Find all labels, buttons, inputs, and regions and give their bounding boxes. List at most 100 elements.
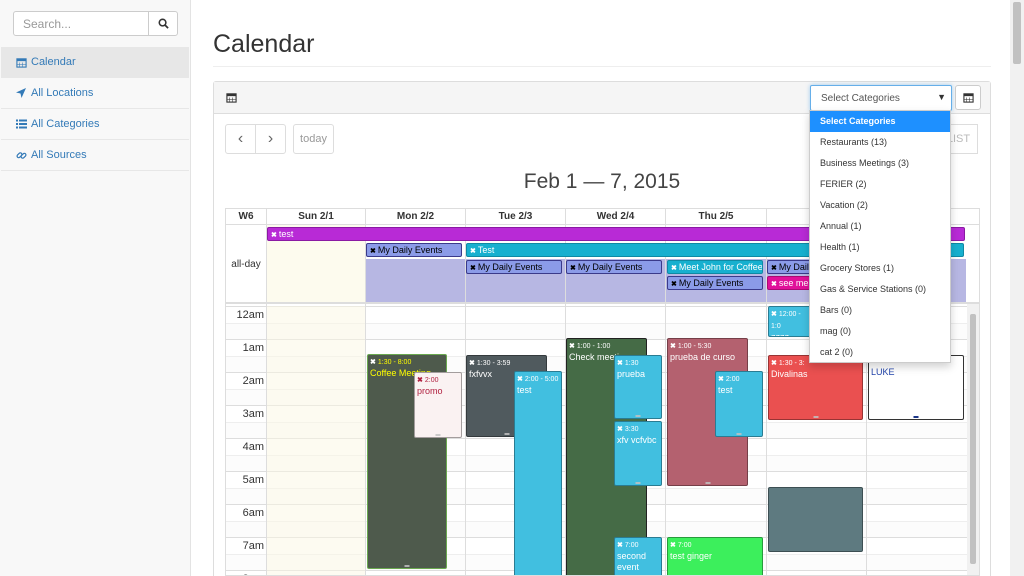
close-icon[interactable]: ✖ — [771, 311, 777, 318]
timed-event[interactable]: ✖ 2:00 - 5:00 test — [514, 371, 562, 575]
today-button[interactable]: today — [293, 124, 334, 154]
sidebar-item-label: All Sources — [31, 149, 87, 161]
close-icon[interactable]: ✖ — [517, 376, 523, 383]
resize-handle[interactable] — [913, 416, 919, 418]
dropdown-option[interactable]: cat 2 (0) — [810, 342, 950, 363]
grid-scrollbar[interactable] — [967, 304, 979, 575]
day-header[interactable]: Tue 2/3 — [465, 209, 565, 225]
column-divider — [365, 225, 366, 575]
sidebar-item-calendar[interactable]: Calendar — [1, 47, 189, 78]
timed-event[interactable]: ✖ 2:00 promo — [414, 372, 462, 438]
close-icon[interactable]: ✖ — [670, 542, 676, 549]
resize-handle[interactable] — [736, 433, 742, 435]
close-icon[interactable]: ✖ — [617, 360, 623, 367]
close-icon[interactable]: ✖ — [370, 248, 376, 255]
sidebar-item-label: All Locations — [31, 87, 94, 99]
dropdown-option[interactable]: Gas & Service Stations (0) — [810, 279, 950, 300]
close-icon[interactable]: ✖ — [570, 265, 576, 272]
allday-event[interactable]: ✖ My Daily Events — [566, 260, 662, 274]
timed-event[interactable] — [768, 487, 863, 552]
timed-event[interactable]: ✖ 7:00 second event — [614, 537, 662, 575]
dropdown-option[interactable]: Grocery Stores (1) — [810, 258, 950, 279]
resize-handle[interactable] — [635, 415, 641, 417]
timed-event[interactable]: ✖ 2:00 test — [715, 371, 763, 437]
close-icon[interactable]: ✖ — [271, 232, 277, 239]
column-divider — [665, 225, 666, 575]
timed-event[interactable]: ✖ 1:30 - 3: Divalinas — [768, 355, 863, 420]
dropdown-option[interactable]: Vacation (2) — [810, 195, 950, 216]
allday-event[interactable]: ✖ My Daily Events — [366, 243, 462, 257]
calendar-icon — [226, 92, 237, 106]
close-icon[interactable]: ✖ — [771, 265, 777, 272]
close-icon[interactable]: ✖ — [469, 360, 475, 367]
close-icon[interactable]: ✖ — [771, 281, 777, 288]
prev-button[interactable]: ‹ — [225, 124, 256, 154]
resize-handle[interactable] — [813, 416, 818, 418]
dropdown-option[interactable]: Select Categories — [810, 111, 950, 132]
allday-event[interactable]: ✖ My Daily Events — [466, 260, 562, 274]
page-scrollbar[interactable] — [1010, 0, 1024, 576]
resize-handle[interactable] — [504, 433, 509, 435]
hour-label: 3am — [242, 408, 264, 420]
category-select-value: Select Categories — [821, 93, 900, 104]
close-icon[interactable]: ✖ — [370, 359, 376, 366]
resize-handle[interactable] — [404, 565, 410, 567]
dropdown-option[interactable]: mag (0) — [810, 321, 950, 342]
calendar-view-button[interactable] — [955, 85, 981, 110]
timed-event[interactable]: LUKE — [868, 355, 964, 420]
search-box — [13, 11, 178, 36]
search-input[interactable] — [14, 12, 148, 35]
search-button[interactable] — [148, 12, 177, 35]
timed-event[interactable]: ✖ 7:00 test ginger — [667, 537, 763, 575]
resize-handle[interactable] — [635, 482, 641, 484]
resize-handle[interactable] — [435, 434, 441, 436]
close-icon[interactable]: ✖ — [470, 248, 476, 255]
week-number: W6 — [238, 211, 254, 222]
close-icon[interactable]: ✖ — [670, 343, 676, 350]
next-button[interactable]: › — [255, 124, 286, 154]
sidebar-item-categories[interactable]: All Categories — [1, 109, 189, 140]
dropdown-option[interactable]: Annual (1) — [810, 216, 950, 237]
close-icon[interactable]: ✖ — [617, 426, 623, 433]
close-icon[interactable]: ✖ — [671, 281, 677, 288]
hour-label: 4am — [242, 441, 264, 453]
sidebar-item-locations[interactable]: All Locations — [1, 78, 189, 109]
close-icon[interactable]: ✖ — [617, 542, 623, 549]
day-header[interactable]: Thu 2/5 — [665, 209, 766, 225]
caret-down-icon: ▼ — [937, 92, 946, 102]
grid-scrollbar-thumb[interactable] — [970, 314, 976, 564]
day-header[interactable]: Mon 2/2 — [365, 209, 465, 225]
hour-label: 12am — [236, 309, 264, 321]
close-icon[interactable]: ✖ — [417, 377, 423, 384]
close-icon[interactable]: ✖ — [718, 376, 724, 383]
close-icon[interactable]: ✖ — [569, 343, 575, 350]
link-icon — [15, 149, 27, 161]
sidebar: Calendar All Locations All Categories Al… — [0, 0, 191, 576]
dropdown-option[interactable]: Restaurants (13) — [810, 132, 950, 153]
day-header[interactable]: Sun 2/1 — [266, 209, 365, 225]
today-column — [266, 306, 365, 575]
timed-event[interactable]: ✖ 12:00 - 1:0 zzzz — [768, 306, 812, 337]
title-divider — [213, 66, 991, 67]
day-header[interactable]: Wed 2/4 — [565, 209, 665, 225]
dropdown-option[interactable]: Business Meetings (3) — [810, 153, 950, 174]
allday-event[interactable]: ✖ My Daily Events — [667, 276, 763, 290]
sidebar-item-sources[interactable]: All Sources — [1, 140, 189, 171]
allday-event[interactable]: ✖ Meet John for Coffee — [667, 260, 763, 274]
allday-label: all-day — [231, 259, 261, 270]
sidebar-item-label: All Categories — [31, 118, 100, 130]
scrollbar-thumb[interactable] — [1013, 2, 1021, 64]
close-icon[interactable]: ✖ — [771, 360, 777, 367]
dropdown-option[interactable]: Bars (0) — [810, 300, 950, 321]
page-title: Calendar — [213, 30, 315, 58]
dropdown-option[interactable]: FERIER (2) — [810, 174, 950, 195]
dropdown-option[interactable]: Health (1) — [810, 237, 950, 258]
timed-event[interactable]: ✖ 1:30 prueba — [614, 355, 662, 419]
timed-event[interactable]: ✖ 3:30 xfv vcfvbc — [614, 421, 662, 486]
hour-label: 2am — [242, 375, 264, 387]
close-icon[interactable]: ✖ — [470, 265, 476, 272]
resize-handle[interactable] — [705, 482, 710, 484]
category-select[interactable]: Select Categories ▼ — [810, 85, 952, 111]
chevron-right-icon: › — [267, 130, 274, 147]
close-icon[interactable]: ✖ — [671, 265, 677, 272]
